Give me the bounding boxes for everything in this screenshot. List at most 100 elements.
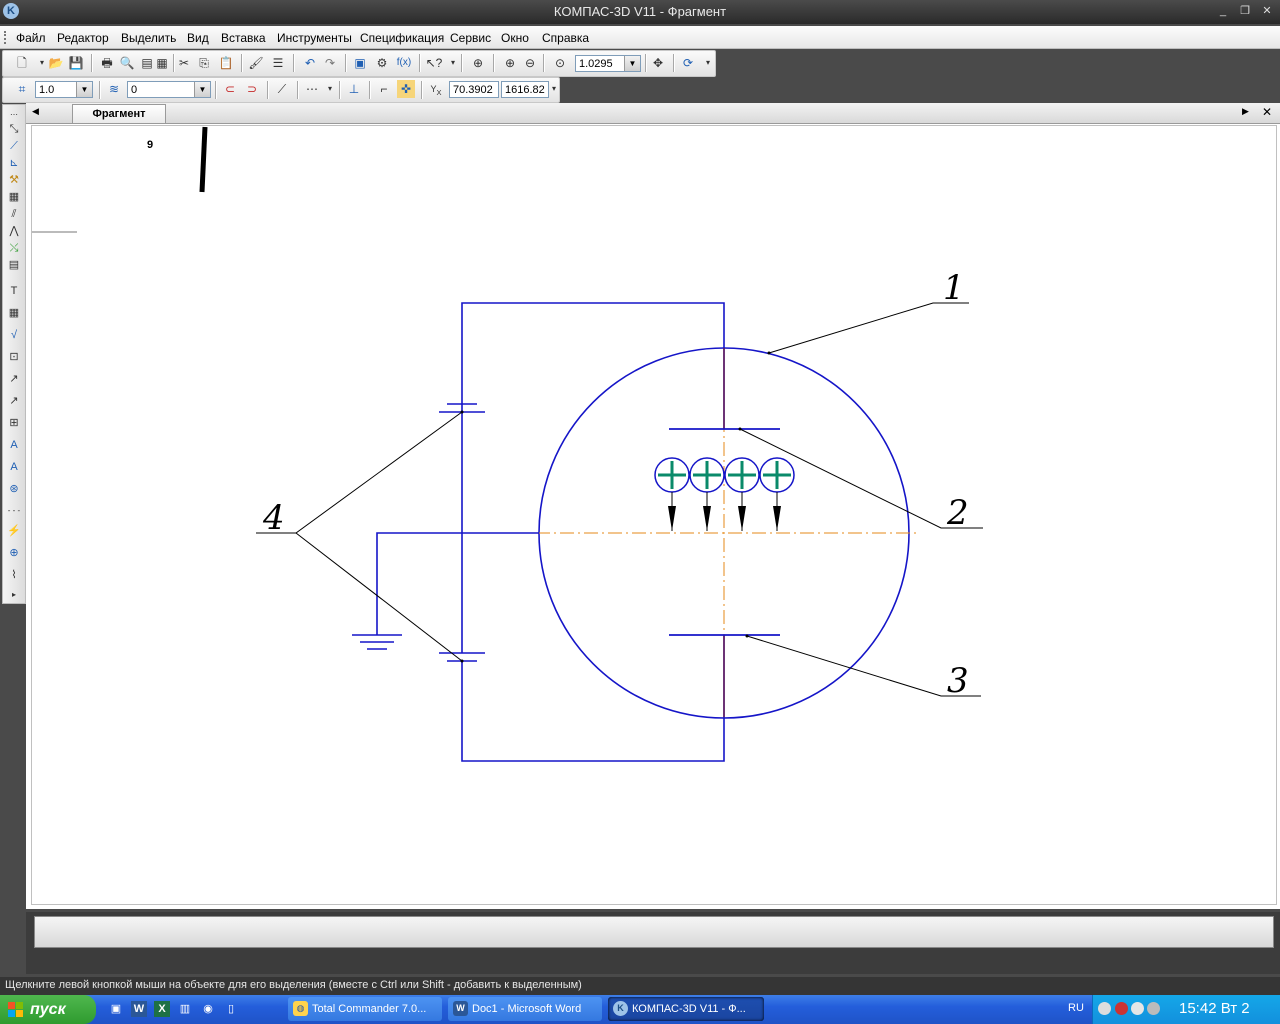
select-icon[interactable]: ⤯ [5, 240, 23, 256]
menu-insert[interactable]: Вставка [221, 31, 266, 45]
quicklaunch-kompas-icon[interactable]: ▣ [108, 1001, 124, 1017]
paste-icon[interactable]: 📋 [217, 54, 235, 72]
measure-icon[interactable]: ⋀ [5, 223, 23, 239]
restore-button[interactable]: ❐ [1236, 4, 1254, 18]
snap-local-icon[interactable]: ⊂ [221, 80, 239, 98]
minimize-button[interactable]: _ [1214, 4, 1232, 18]
cursor-step-combo[interactable]: 1.0 ▼ [35, 81, 93, 98]
menu-grip[interactable] [4, 31, 9, 44]
parametrization-icon[interactable]: ⫽ [5, 206, 23, 222]
geometry-icon[interactable]: ⟋ [5, 138, 23, 154]
leader-3[interactable] [746, 635, 981, 697]
chevron-down-icon[interactable]: ▼ [194, 82, 210, 97]
chevron-down-icon[interactable]: ▼ [76, 82, 92, 97]
task-kompas[interactable]: K КОМПАС-3D V11 - Ф... [608, 997, 764, 1021]
print-icon[interactable]: 🖶 [98, 54, 116, 72]
manager-icon[interactable]: ▣ [351, 54, 369, 72]
tab-scroll-left-icon[interactable]: ◀ [32, 106, 39, 117]
copy-icon[interactable]: ⎘ [195, 54, 213, 72]
menu-editor[interactable]: Редактор [57, 31, 109, 45]
ground-wire[interactable] [376, 532, 539, 635]
menu-file[interactable]: Файл [16, 31, 46, 45]
quicklaunch-excel-icon[interactable]: X [154, 1001, 170, 1017]
language-indicator[interactable]: RU [1068, 1002, 1084, 1014]
tab-fragment[interactable]: Фрагмент [72, 104, 166, 123]
zoom-in-icon[interactable]: ⊕ [501, 54, 519, 72]
open-folder-icon[interactable]: 📂 [47, 54, 65, 72]
menu-specification[interactable]: Спецификация [360, 31, 444, 45]
snap-global-icon[interactable]: ⊃ [243, 80, 261, 98]
dimensions-icon[interactable]: ⊾ [5, 155, 23, 171]
designations-icon[interactable]: ⚒ [5, 172, 23, 188]
tray-expand-icon[interactable] [1098, 1002, 1111, 1015]
library-icon[interactable]: ⚙ [373, 54, 391, 72]
menu-window[interactable]: Окно [501, 31, 529, 45]
lightning-icon[interactable]: ⚡ [5, 523, 23, 539]
callout-2[interactable]: 2 [946, 493, 969, 533]
chevron-down-icon[interactable]: ▼ [624, 56, 640, 71]
menu-service[interactable]: Сервис [450, 31, 491, 45]
menu-help[interactable]: Справка [542, 31, 589, 45]
leader-4-top[interactable] [256, 411, 463, 534]
save-icon[interactable]: 💾 [67, 54, 85, 72]
cut-line-icon[interactable]: A [5, 459, 23, 475]
zoom-scale-icon[interactable]: ⊙ [551, 54, 569, 72]
roughness-icon[interactable]: √ [5, 327, 23, 343]
refresh-icon[interactable]: ⟳ [679, 54, 697, 72]
leader-icon[interactable]: ↗ [5, 371, 23, 387]
target-icon[interactable]: ⊕ [5, 545, 23, 561]
new-file-icon[interactable]: 🗋 [13, 54, 31, 72]
ion-2[interactable] [689, 457, 725, 531]
menu-tools[interactable]: Инструменты [277, 31, 352, 45]
ortho-icon[interactable]: ⌐ [375, 80, 393, 98]
position-leader-icon[interactable]: ↗ [5, 393, 23, 409]
callout-3[interactable]: 3 [947, 661, 969, 701]
undo-icon[interactable]: ↶ [301, 54, 319, 72]
grid-icon[interactable]: ⋯ [303, 80, 321, 98]
select-tool-icon[interactable]: ⤡ [5, 121, 23, 137]
layer-combo[interactable]: 0 ▼ [127, 81, 211, 98]
toolbar1-overflow-icon[interactable]: ▾ [444, 54, 462, 72]
ion-1[interactable] [654, 457, 690, 531]
close-document-icon[interactable]: ✕ [1262, 105, 1272, 119]
tab-scroll-right-icon[interactable]: ▶ [1242, 106, 1249, 117]
callout-1[interactable]: 1 [943, 268, 965, 308]
editing-icon[interactable]: ▦ [5, 189, 23, 205]
menu-view[interactable]: Вид [187, 31, 209, 45]
format-brush-icon[interactable]: 🖌 [247, 54, 265, 72]
clock[interactable]: 15:42 Вт 2 [1179, 1000, 1250, 1017]
quicklaunch-word-icon[interactable]: W [131, 1001, 147, 1017]
toolbar1-end-overflow-icon[interactable]: ▾ [699, 54, 717, 72]
start-button[interactable]: пуск [0, 995, 96, 1024]
tolerance-icon[interactable]: ⊞ [5, 415, 23, 431]
properties-icon[interactable]: ☰ [269, 54, 287, 72]
local-cs-icon[interactable]: ⊥ [345, 80, 363, 98]
layers-icon[interactable]: ≋ [105, 80, 123, 98]
ion-3[interactable] [724, 457, 760, 531]
print-preview-icon[interactable]: 🔍 [118, 54, 136, 72]
zoom-out-icon[interactable]: ⊖ [521, 54, 539, 72]
ion-4[interactable] [759, 457, 795, 531]
text-tool-icon[interactable]: T [5, 283, 23, 299]
grid-dropdown-icon[interactable]: ▾ [321, 80, 339, 98]
menu-select[interactable]: Выделить [121, 31, 176, 45]
quicklaunch-doc-icon[interactable]: ▯ [223, 1001, 239, 1017]
wire-top[interactable] [461, 302, 725, 429]
snap-settings-icon[interactable]: ⟋ [273, 80, 291, 98]
round-coordinates-icon[interactable]: ✜ [397, 80, 415, 98]
table-tool-icon[interactable]: ▦ [5, 305, 23, 321]
cut-icon[interactable]: ✂ [175, 54, 193, 72]
drawing-canvas[interactable]: 9 1 2 3 4 [31, 125, 1277, 905]
quicklaunch-publisher-icon[interactable]: ▥ [177, 1001, 193, 1017]
context-help-icon[interactable]: ↖? [425, 54, 443, 72]
view-arrow-icon[interactable]: ⊛ [5, 481, 23, 497]
close-button[interactable]: ✕ [1258, 4, 1276, 18]
callout-4[interactable]: 4 [262, 498, 285, 538]
toolbar2-overflow-icon[interactable]: ▾ [549, 80, 559, 98]
tray-network-icon[interactable] [1115, 1002, 1128, 1015]
wire-bottom[interactable] [461, 635, 725, 762]
tray-antivirus-icon[interactable] [1131, 1002, 1144, 1015]
page-setup-icon[interactable]: ▦ [153, 54, 171, 72]
task-word[interactable]: W Doc1 - Microsoft Word [448, 997, 602, 1021]
task-total-commander[interactable]: ◍ Total Commander 7.0... [288, 997, 442, 1021]
